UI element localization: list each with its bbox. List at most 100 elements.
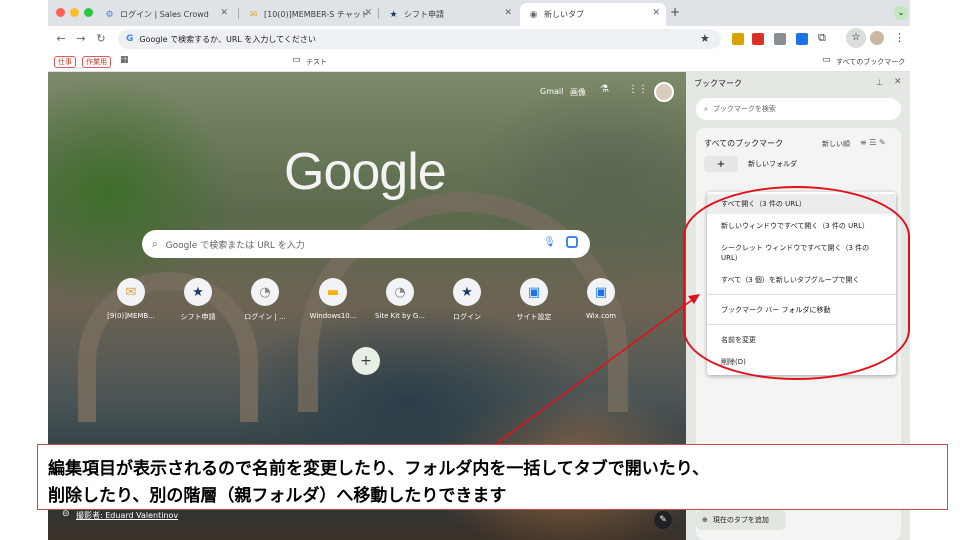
shortcut-label: Windows10... (309, 312, 357, 320)
labs-flask-icon[interactable]: ⚗ (600, 84, 609, 95)
shortcut-favicon: ◔ (386, 278, 414, 306)
images-link[interactable]: 画像 (570, 87, 586, 98)
sort-dropdown[interactable]: 新しい順 (822, 139, 850, 149)
reload-button[interactable]: ↻ (94, 32, 108, 45)
bookmarks-side-panel-icon[interactable]: ☆ (846, 28, 866, 48)
close-icon[interactable]: ✕ (894, 77, 902, 87)
shortcut-favicon: ◔ (251, 278, 279, 306)
all-bookmarks-link[interactable]: すべてのブックマーク (836, 57, 905, 67)
annotation-highlight-ellipse (683, 186, 910, 380)
close-window-button[interactable] (56, 8, 65, 17)
tab-label: シフト申請 (404, 10, 444, 19)
tab-label: ログイン | Sales Crowd (120, 10, 209, 19)
profile-avatar[interactable] (654, 82, 674, 102)
shortcut-label: Site Kit by G... (374, 312, 426, 320)
microphone-icon[interactable]: 🎙 (543, 237, 556, 248)
toolbar: ← → ↻ G Google で検索するか、URL を入力してください ★ ⧉ … (48, 26, 910, 52)
shortcut-label: [9(0)]MEMB... (107, 312, 155, 320)
shortcut-label: ログイン | ... (244, 313, 286, 321)
shortcut-tile[interactable]: ◔ ログイン | ... (235, 278, 295, 322)
folder-icon: ▭ (822, 55, 831, 65)
shortcut-favicon: ▣ (520, 278, 548, 306)
filter-icon[interactable]: ≡ ☰ ✎ (860, 138, 886, 147)
link-icon: ⊝ (62, 509, 70, 519)
bookmark-folder-test[interactable]: テスト (306, 57, 327, 67)
apps-grid-icon[interactable]: ⋮⋮ (628, 84, 648, 95)
ntp-search-box[interactable]: ⌕ Google で検索または URL を入力 🎙 (142, 230, 590, 258)
add-shortcut-button[interactable]: + (352, 347, 380, 375)
bookmark-chip-tasks[interactable]: 作業用 (82, 56, 111, 68)
shortcut-tile[interactable]: ✉ [9(0)]MEMB... (101, 278, 161, 320)
bookmark-search-input[interactable]: ⌕ ブックマークを検索 (696, 98, 901, 120)
add-circle-icon: ⊕ (702, 516, 708, 524)
bookmark-star-icon[interactable]: ★ (700, 32, 710, 45)
tab-divider (238, 8, 239, 19)
search-placeholder: Google で検索または URL を入力 (165, 240, 305, 251)
shortcut-label: Wix.com (585, 312, 617, 320)
search-icon: ⌕ (704, 104, 708, 113)
shortcut-tile[interactable]: ◔ Site Kit by G... (370, 278, 430, 320)
back-button[interactable]: ← (54, 32, 68, 45)
profile-avatar[interactable] (870, 31, 884, 45)
photo-credit-link[interactable]: 撮影者: Eduard Valentinov (76, 510, 178, 521)
plus-icon: + (704, 156, 738, 172)
customize-pencil-icon[interactable]: ✎ (654, 511, 672, 529)
close-icon[interactable]: ✕ (364, 8, 372, 18)
close-icon[interactable]: ✕ (652, 8, 660, 18)
gmail-link[interactable]: Gmail (540, 87, 563, 96)
add-current-tab-button[interactable]: ⊕ 現在のタブを追加 (696, 510, 786, 530)
tab-search-button[interactable]: ⌄ (894, 6, 908, 20)
chrome-icon: ◉ (529, 9, 538, 20)
robot-icon: ⚙ (105, 9, 114, 20)
extension-icon[interactable] (732, 33, 744, 45)
shortcut-tile[interactable]: ▣ Wix.com (571, 278, 631, 320)
all-bookmarks-heading: すべてのブックマーク (704, 139, 784, 148)
slide: ⚙ ログイン | Sales Crowd ✕ ✉ [10(0)]MEMBER-S… (0, 0, 960, 540)
address-bar[interactable]: G Google で検索するか、URL を入力してください (118, 29, 721, 49)
close-icon[interactable]: ✕ (504, 8, 512, 18)
minimize-window-button[interactable] (70, 8, 79, 17)
extension-icon[interactable] (796, 33, 808, 45)
tab-new-tab[interactable]: ◉ 新しいタブ ✕ (520, 3, 666, 26)
forward-button[interactable]: → (74, 32, 88, 45)
google-lens-icon[interactable] (566, 236, 578, 248)
maximize-window-button[interactable] (84, 8, 93, 17)
caption-box: 編集項目が表示されるので名前を変更したり、フォルダ内を一括してタブで開いたり、 … (37, 444, 948, 510)
address-placeholder: Google で検索するか、URL を入力してください (139, 34, 316, 44)
shortcut-label: サイト設定 (516, 313, 552, 321)
extension-icon[interactable] (774, 33, 786, 45)
google-logo: Google (284, 143, 447, 201)
google-icon: G (126, 34, 134, 44)
tab-strip: ⚙ ログイン | Sales Crowd ✕ ✉ [10(0)]MEMBER-S… (48, 0, 910, 26)
menu-icon[interactable]: ⋮ (894, 31, 905, 44)
shortcut-tile[interactable]: ▣ サイト設定 (504, 278, 564, 322)
pin-icon[interactable]: ⊥ (876, 78, 883, 87)
new-tab-button[interactable]: + (670, 5, 680, 19)
chat-icon: ✉ (249, 9, 258, 20)
shortcut-favicon: ✉ (117, 278, 145, 306)
shortcut-tile[interactable]: ★ ログイン (437, 278, 497, 322)
tab-shift-request[interactable]: ★ シフト申請 ✕ (380, 3, 518, 26)
extensions-puzzle-icon[interactable]: ⧉ (818, 31, 826, 45)
shortcut-label: シフト申請 (180, 313, 216, 321)
bookmark-chip-work[interactable]: 仕事 (54, 56, 76, 68)
star-icon: ★ (389, 9, 398, 20)
new-folder-row[interactable]: + 新しいフォルダ (704, 156, 797, 172)
tab-label: 新しいタブ (544, 10, 584, 19)
bookmarks-bar: 仕事 作業用 ▦ ▭ テスト ▭ すべてのブックマーク (48, 52, 910, 72)
tab-divider (378, 8, 379, 19)
tab-member-chat[interactable]: ✉ [10(0)]MEMBER-S チャット ✕ (240, 3, 378, 26)
tab-sales-crowd[interactable]: ⚙ ログイン | Sales Crowd ✕ (96, 3, 234, 26)
extension-icon[interactable] (752, 33, 764, 45)
folder-icon: ▭ (292, 55, 301, 65)
close-icon[interactable]: ✕ (220, 8, 228, 18)
shortcut-tile[interactable]: ★ シフト申請 (168, 278, 228, 322)
shortcut-tile[interactable]: ▬ Windows10... (303, 278, 363, 320)
new-folder-label: 新しいフォルダ (748, 160, 797, 168)
star-icon: ★ (453, 278, 481, 306)
shortcut-favicon: ▣ (587, 278, 615, 306)
apps-grid-icon[interactable]: ▦ (120, 55, 129, 65)
shortcut-favicon: ▬ (319, 278, 347, 306)
search-icon: ⌕ (152, 238, 158, 250)
panel-title: ブックマーク (694, 79, 742, 88)
